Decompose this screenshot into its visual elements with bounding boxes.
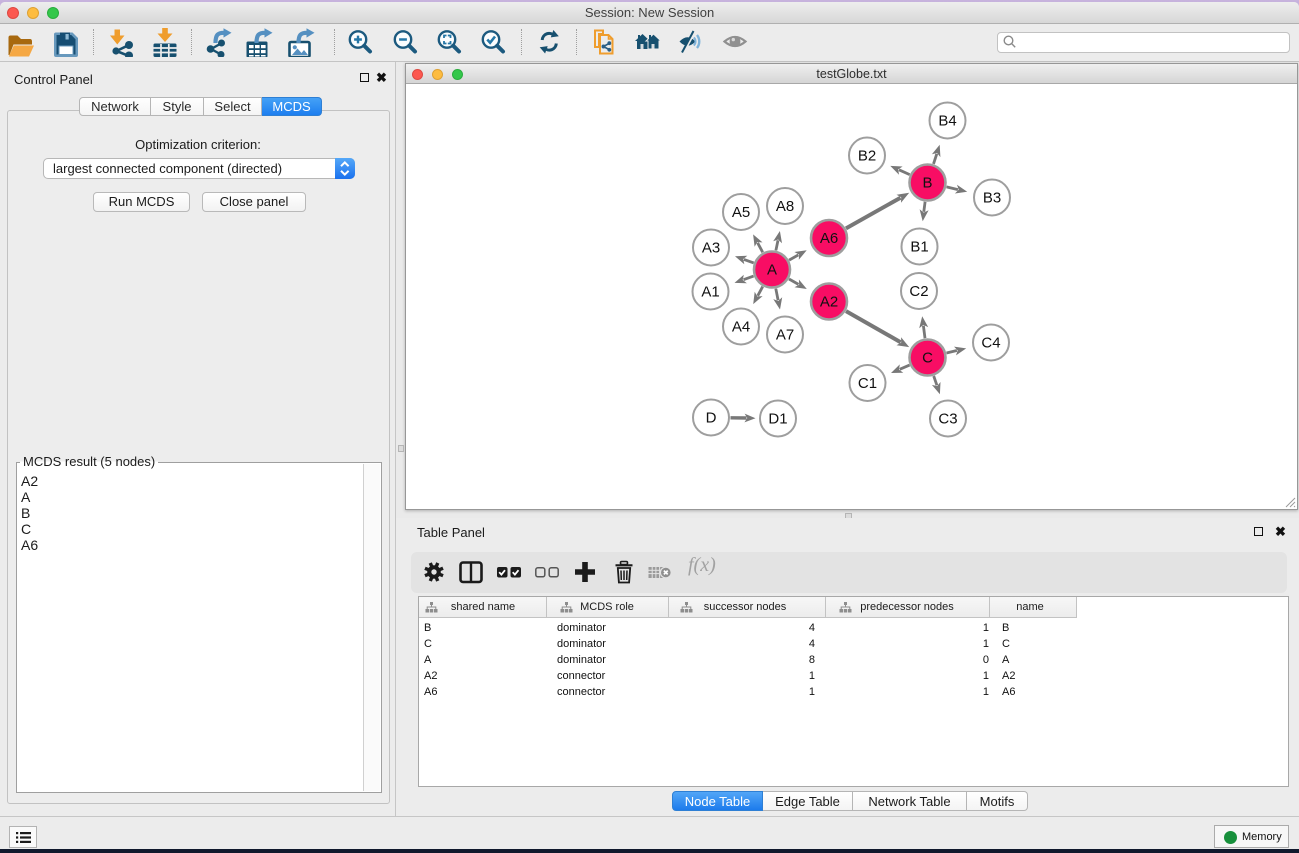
svg-text:A5: A5	[732, 204, 750, 221]
svg-text:D: D	[706, 410, 717, 427]
svg-text:A6: A6	[820, 230, 838, 247]
svg-text:B4: B4	[938, 113, 956, 130]
svg-text:C1: C1	[858, 375, 877, 392]
svg-text:A4: A4	[732, 319, 750, 336]
svg-text:A1: A1	[701, 284, 719, 301]
svg-text:C4: C4	[981, 335, 1000, 352]
svg-text:B3: B3	[983, 190, 1001, 207]
svg-text:A8: A8	[776, 198, 794, 215]
svg-text:B2: B2	[858, 148, 876, 165]
svg-text:C2: C2	[909, 283, 928, 300]
svg-text:A: A	[767, 262, 777, 279]
svg-text:B: B	[922, 175, 932, 192]
svg-text:C: C	[922, 350, 933, 367]
svg-text:C3: C3	[938, 411, 957, 428]
svg-text:A2: A2	[820, 294, 838, 311]
svg-text:A7: A7	[776, 327, 794, 344]
svg-text:A3: A3	[702, 240, 720, 257]
svg-text:B1: B1	[910, 239, 928, 256]
svg-text:D1: D1	[768, 411, 787, 428]
